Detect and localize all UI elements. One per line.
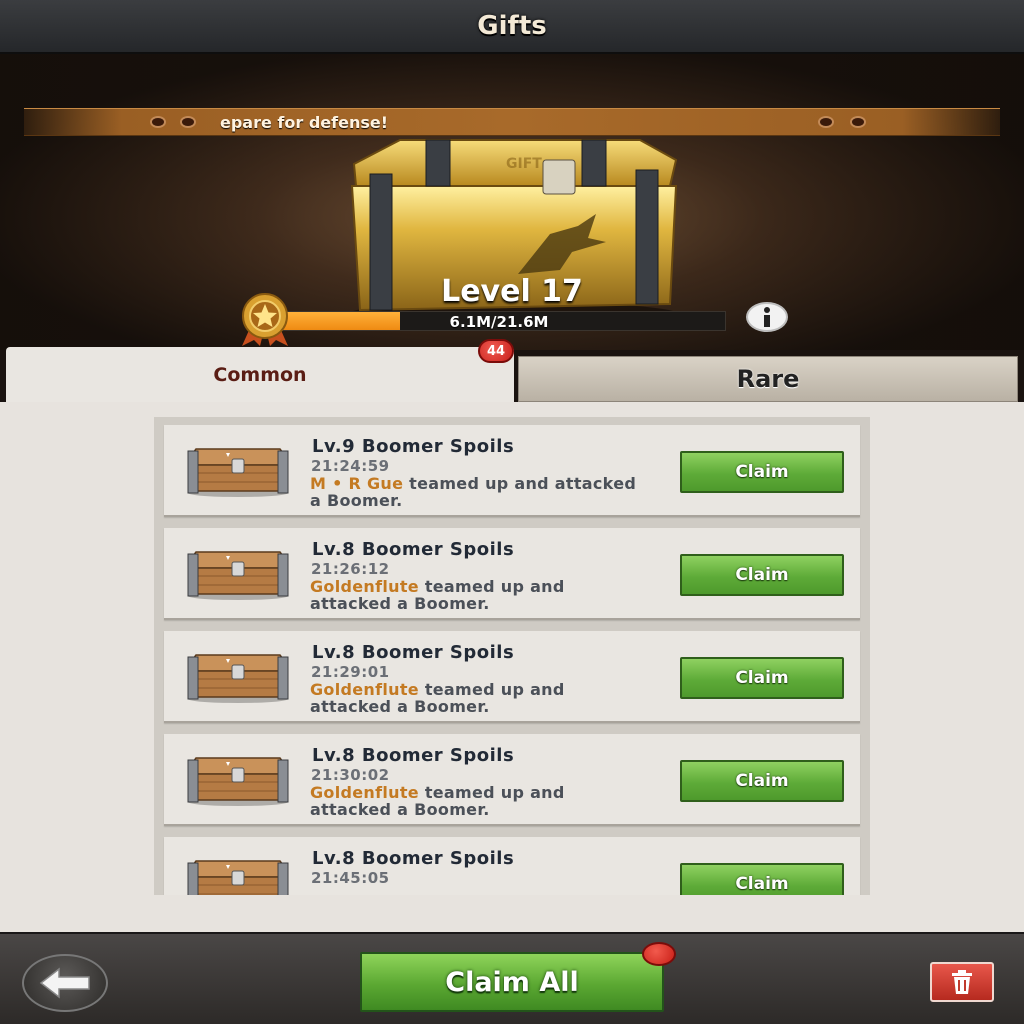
chest-banner: epare for defense! GIFT Level 17 6.1M/21…: [0, 54, 1024, 350]
gift-time: 21:24:59: [311, 457, 390, 475]
gift-panel: Lv.9 Boomer Spoils 21:24:59 M • R Gue te…: [0, 402, 1024, 932]
ticker-text: epare for defense!: [220, 113, 389, 132]
chest-thumbnail: [186, 550, 290, 600]
tab-rare-label: Rare: [736, 365, 800, 393]
gift-title: Lv.8 Boomer Spoils: [312, 848, 515, 869]
gift-card: Lv.8 Boomer Spoils 21:26:12 Goldenflute …: [164, 528, 860, 620]
gift-title: Lv.8 Boomer Spoils: [312, 745, 515, 766]
gift-time: 21:29:01: [311, 663, 390, 681]
bullet-hole-icon: [180, 116, 196, 128]
gift-card: Lv.8 Boomer Spoils 21:45:05 Claim: [164, 837, 860, 895]
tab-common[interactable]: Common: [6, 347, 514, 403]
gift-title: Lv.9 Boomer Spoils: [312, 436, 515, 457]
claim-button[interactable]: Claim: [680, 451, 844, 493]
gift-card: Lv.8 Boomer Spoils 21:29:01 Goldenflute …: [164, 631, 860, 723]
chest-thumbnail: [186, 447, 290, 497]
notification-badge: 44: [478, 339, 514, 363]
gift-description: Goldenflute teamed up and attacked a Boo…: [310, 681, 640, 715]
chest-level: Level 17: [441, 274, 583, 309]
gift-time: 21:45:05: [311, 869, 390, 887]
gift-time: 21:30:02: [311, 766, 390, 784]
gift-card: Lv.9 Boomer Spoils 21:24:59 M • R Gue te…: [164, 425, 860, 517]
claim-all-label: Claim All: [445, 966, 579, 998]
tab-common-label: Common: [213, 364, 307, 386]
info-icon: [764, 307, 770, 327]
star-medal-icon: [242, 293, 288, 346]
chest-thumbnail: [186, 859, 290, 895]
claim-all-notification-dot: [642, 942, 676, 966]
page-title: Gifts: [477, 11, 547, 41]
gift-list[interactable]: Lv.9 Boomer Spoils 21:24:59 M • R Gue te…: [154, 417, 870, 895]
bullet-hole-icon: [818, 116, 834, 128]
wooden-chest-icon: [187, 551, 289, 600]
bullet-hole-icon: [150, 116, 166, 128]
back-button[interactable]: [22, 954, 108, 1012]
gift-title: Lv.8 Boomer Spoils: [312, 642, 515, 663]
wooden-chest-icon: [187, 654, 289, 703]
claim-button[interactable]: Claim: [680, 657, 844, 699]
trash-icon: [952, 970, 972, 994]
chest-thumbnail: [186, 653, 290, 703]
claim-button[interactable]: Claim: [680, 760, 844, 802]
gift-description: M • R Gue teamed up and attacked a Boome…: [310, 475, 640, 509]
level-progress-text: 6.1M/21.6M: [449, 313, 549, 331]
claim-button[interactable]: Claim: [680, 554, 844, 596]
info-button[interactable]: [746, 302, 788, 332]
gift-title: Lv.8 Boomer Spoils: [312, 539, 515, 560]
gift-description: Goldenflute teamed up and attacked a Boo…: [310, 784, 640, 818]
back-arrow-icon: [39, 967, 90, 999]
level-progress-bar: 6.1M/21.6M: [272, 311, 726, 331]
title-bar: Gifts: [0, 0, 1024, 54]
svg-text:GIFT: GIFT: [506, 156, 542, 172]
tab-rare[interactable]: Rare: [518, 356, 1018, 402]
chest-thumbnail: [186, 756, 290, 806]
bottom-bar: Claim All: [0, 932, 1024, 1024]
gift-time: 21:26:12: [311, 560, 390, 578]
news-ticker: epare for defense!: [24, 108, 1000, 136]
delete-button[interactable]: [930, 962, 994, 1002]
bullet-hole-icon: [850, 116, 866, 128]
wooden-chest-icon: [187, 757, 289, 806]
wooden-chest-icon: [187, 860, 289, 895]
gift-card: Lv.8 Boomer Spoils 21:30:02 Goldenflute …: [164, 734, 860, 826]
claim-button[interactable]: Claim: [680, 863, 844, 895]
gift-description: Goldenflute teamed up and attacked a Boo…: [310, 578, 640, 612]
wooden-chest-icon: [187, 448, 289, 497]
claim-all-button[interactable]: Claim All: [360, 952, 664, 1012]
